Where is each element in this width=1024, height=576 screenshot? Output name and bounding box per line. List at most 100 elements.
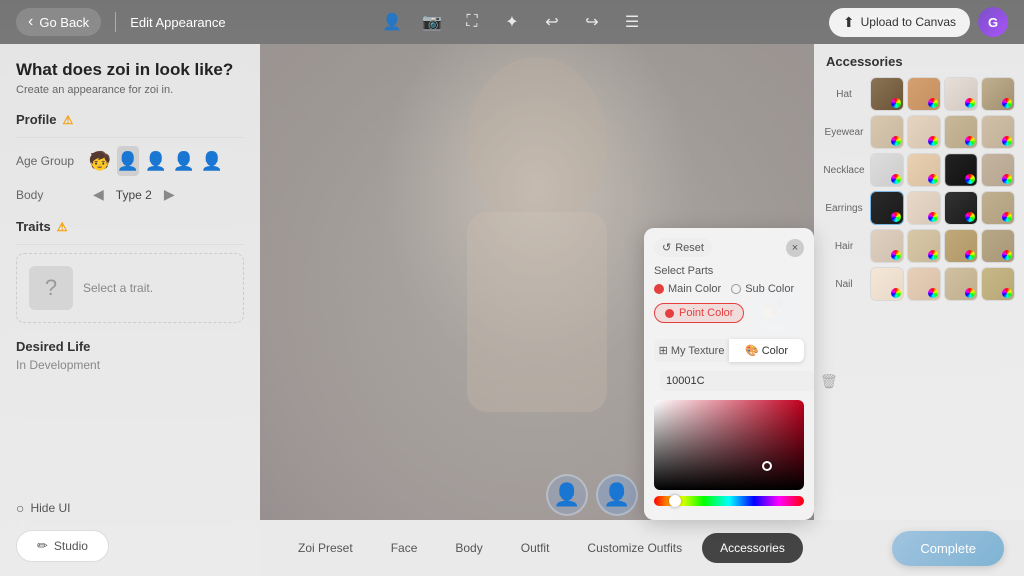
reset-icon: ↺ [662, 241, 671, 254]
hat-options [870, 77, 1015, 111]
earrings-option-4[interactable] [981, 191, 1015, 225]
nail-option-3[interactable] [944, 267, 978, 301]
camera-icon[interactable]: 📷 [418, 8, 446, 36]
traits-header: Traits ⚠ [16, 219, 244, 234]
necklace-option-3[interactable] [944, 153, 978, 187]
earrings-option-1[interactable] [870, 191, 904, 225]
profile-divider [16, 137, 244, 138]
hat-option-1[interactable] [870, 77, 904, 111]
studio-button[interactable]: ✏ Studio [16, 530, 109, 562]
color-picker-close-button[interactable]: × [786, 239, 804, 257]
tab-customize-outfits[interactable]: Customize Outfits [569, 533, 700, 563]
complete-button[interactable]: Complete [892, 531, 1004, 566]
hue-thumb [669, 495, 681, 507]
tab-body[interactable]: Body [437, 533, 500, 563]
hat-row: Hat [822, 77, 1016, 111]
avatar-preview-2[interactable]: 👤 [596, 474, 638, 516]
necklace-label: Necklace [822, 165, 866, 176]
hair-option-3[interactable] [944, 229, 978, 263]
age-group-row: Age Group 🧒 👤 👤 👤 👤 [16, 146, 244, 176]
hide-ui-toggle[interactable]: ○ [16, 500, 24, 516]
avatar-preview-1[interactable]: 👤 [546, 474, 588, 516]
eyewear-option-3[interactable] [944, 115, 978, 149]
age-figure-2[interactable]: 👤 [117, 146, 139, 176]
magic-wand-icon[interactable]: ✦ [498, 8, 526, 36]
hat-option-2[interactable] [907, 77, 941, 111]
accessories-panel: Accessories Hat Eyewear [814, 44, 1024, 520]
person-icon[interactable]: 👤 [378, 8, 406, 36]
eyewear-option-2[interactable] [907, 115, 941, 149]
hair-option-2[interactable] [907, 229, 941, 263]
nav-tabs: Zoi Preset Face Body Outfit Customize Ou… [280, 533, 803, 563]
expand-icon[interactable]: ⛶ [458, 8, 486, 36]
reset-label: Reset [675, 242, 704, 254]
body-next-button[interactable]: ▶ [160, 184, 179, 205]
necklace-row: Necklace [822, 153, 1016, 187]
color-cursor [762, 461, 772, 471]
desired-life-section: Desired Life In Development [16, 339, 244, 372]
age-figure-3[interactable]: 👤 [145, 146, 167, 176]
sub-color-option[interactable]: Sub Color [731, 283, 794, 295]
color-gradient-picker[interactable] [654, 400, 804, 490]
body-prev-button[interactable]: ◀ [89, 184, 108, 205]
tab-outfit[interactable]: Outfit [503, 533, 568, 563]
user-avatar[interactable]: G [978, 7, 1008, 37]
undo-icon[interactable]: ↩ [538, 8, 566, 36]
nail-option-2[interactable] [907, 267, 941, 301]
top-divider [115, 12, 116, 32]
hat-option-4[interactable] [981, 77, 1015, 111]
back-label: Go Back [39, 15, 89, 30]
traits-section: Traits ⚠ ? Select a trait. [16, 219, 244, 323]
tab-face[interactable]: Face [373, 533, 436, 563]
delete-color-icon[interactable]: 🗑 [820, 373, 838, 390]
tab-zoi-preset[interactable]: Zoi Preset [280, 533, 371, 563]
earrings-option-3[interactable] [944, 191, 978, 225]
eyewear-option-4[interactable] [981, 115, 1015, 149]
trait-selector[interactable]: ? Select a trait. [16, 253, 244, 323]
main-color-option[interactable]: Main Color [654, 283, 721, 295]
profile-warning-icon: ⚠ [62, 113, 73, 127]
tab-my-texture[interactable]: ⊞ My Texture [654, 339, 729, 362]
earrings-options [870, 191, 1015, 225]
necklace-option-4[interactable] [981, 153, 1015, 187]
hue-slider[interactable] [654, 496, 804, 506]
necklace-option-2[interactable] [907, 153, 941, 187]
tab-color[interactable]: 🎨 Color [729, 339, 804, 362]
hair-option-1[interactable] [870, 229, 904, 263]
trait-icon: ? [29, 266, 73, 310]
earrings-option-2[interactable] [907, 191, 941, 225]
nail-option-1[interactable] [870, 267, 904, 301]
hair-option-4[interactable] [981, 229, 1015, 263]
bottom-nav: Zoi Preset Face Body Outfit Customize Ou… [260, 520, 1024, 576]
upload-label: Upload to Canvas [861, 15, 956, 29]
back-button[interactable]: ‹ Go Back [16, 8, 101, 36]
earrings-row: Earrings [822, 191, 1016, 225]
nail-option-4[interactable] [981, 267, 1015, 301]
more-menu-icon[interactable]: ☰ [618, 8, 646, 36]
top-bar-right: ⬆ Upload to Canvas G [829, 7, 1008, 37]
redo-icon[interactable]: ↪ [578, 8, 606, 36]
point-color-dot [665, 309, 674, 318]
eyewear-label: Eyewear [822, 127, 866, 138]
question-title: What does zoi in look like? [16, 60, 244, 80]
studio-label: Studio [54, 539, 88, 553]
color-hex-input[interactable] [660, 371, 814, 391]
hair-label: Hair [822, 241, 866, 252]
tab-texture-icon: ⊞ [659, 345, 668, 357]
age-figure-1[interactable]: 🧒 [89, 146, 111, 176]
profile-section-header: Profile ⚠ [16, 112, 244, 127]
age-figure-5[interactable]: 👤 [201, 146, 223, 176]
necklace-options [870, 153, 1015, 187]
tab-accessories[interactable]: Accessories [702, 533, 803, 563]
age-figure-4[interactable]: 👤 [173, 146, 195, 176]
hat-option-3[interactable] [944, 77, 978, 111]
age-group-selector: 🧒 👤 👤 👤 👤 [89, 146, 223, 176]
point-color-tag[interactable]: Point Color [654, 303, 744, 323]
necklace-option-1[interactable] [870, 153, 904, 187]
earrings-label: Earrings [822, 203, 866, 214]
trait-placeholder-text: Select a trait. [83, 281, 153, 295]
upload-to-canvas-button[interactable]: ⬆ Upload to Canvas [829, 8, 970, 37]
color-reset-button[interactable]: ↺ Reset [654, 238, 712, 257]
eyewear-option-1[interactable] [870, 115, 904, 149]
hide-ui-row[interactable]: ○ Hide UI [16, 500, 70, 516]
